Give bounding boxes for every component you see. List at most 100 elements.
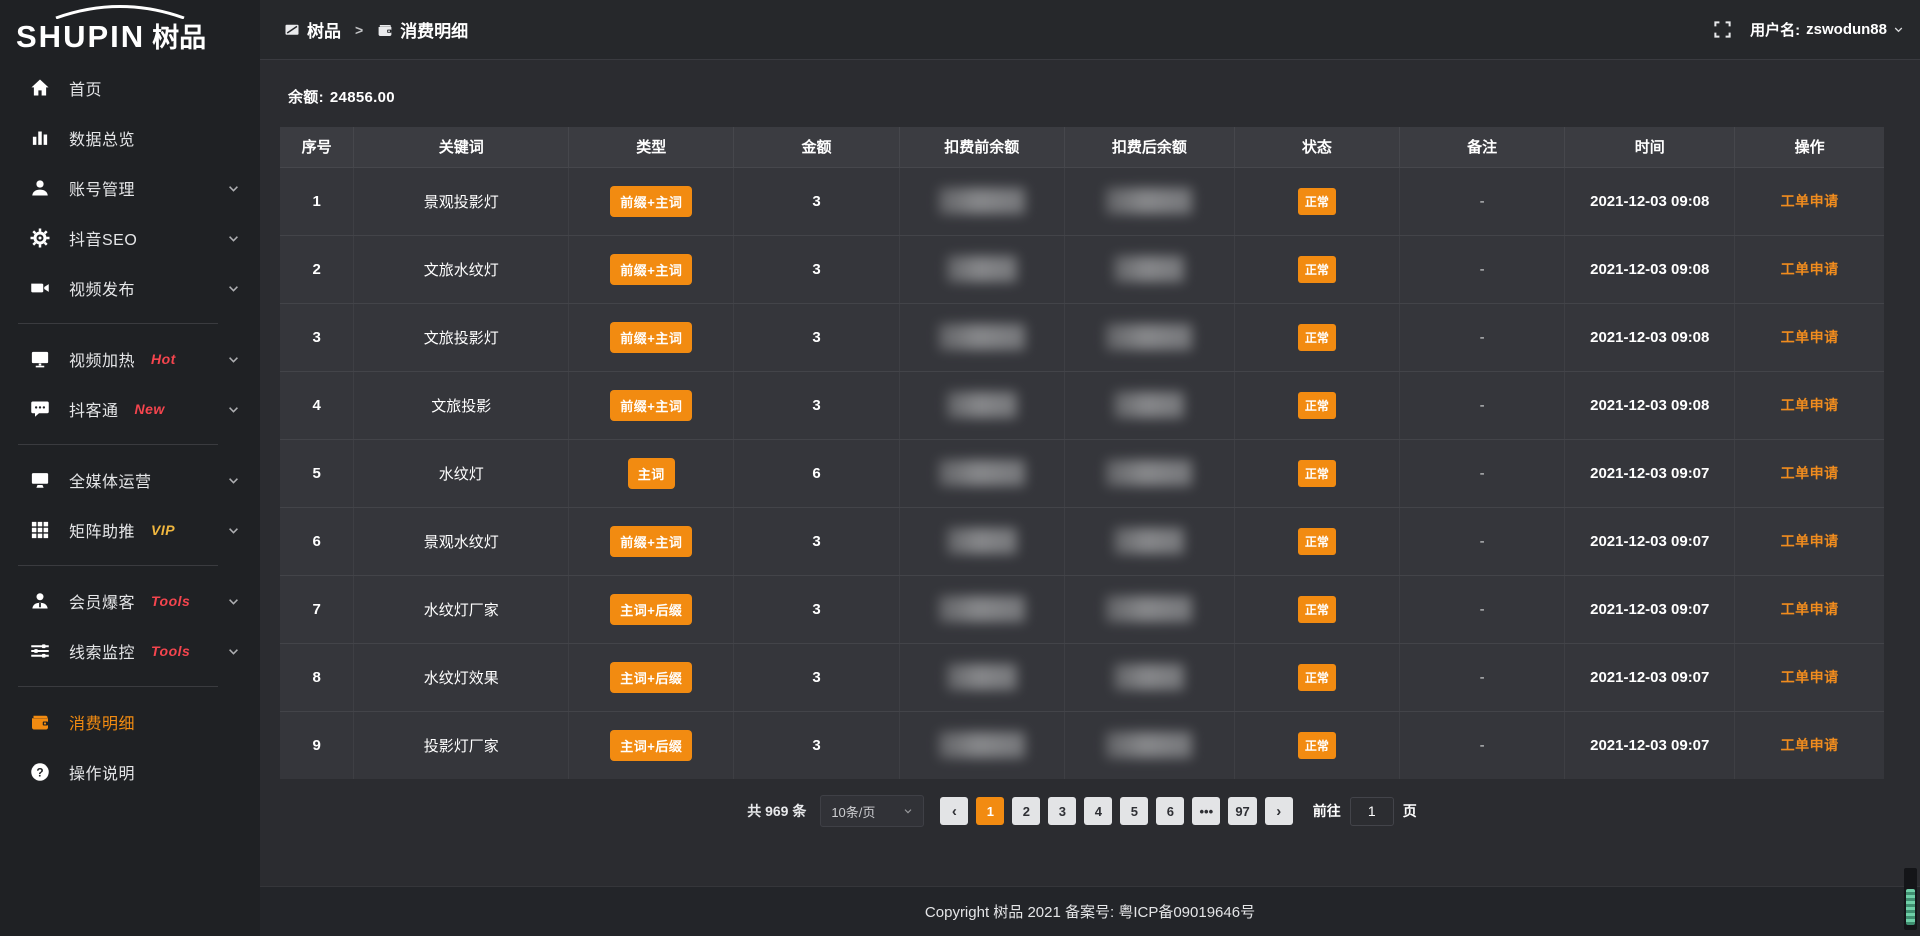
chevron-down-icon bbox=[227, 232, 240, 245]
cell-action: 工单申请 bbox=[1735, 711, 1884, 779]
work-order-link[interactable]: 工单申请 bbox=[1781, 737, 1839, 753]
cell-note: - bbox=[1400, 507, 1565, 575]
cell-action: 工单申请 bbox=[1735, 167, 1884, 235]
page-button[interactable]: 1 bbox=[976, 797, 1004, 825]
breadcrumb-label: 消费明细 bbox=[400, 17, 468, 42]
cell-keyword: 文旅水纹灯 bbox=[354, 235, 569, 303]
last-page-button[interactable]: 97 bbox=[1228, 797, 1256, 825]
work-order-link[interactable]: 工单申请 bbox=[1781, 329, 1839, 345]
breadcrumb-separator: > bbox=[355, 22, 363, 38]
goto-suffix: 页 bbox=[1403, 801, 1417, 821]
sidebar-item-视频加热[interactable]: 视频加热Hot bbox=[0, 334, 260, 384]
display-icon bbox=[30, 349, 50, 369]
sidebar-item-会员爆客[interactable]: 会员爆客Tools bbox=[0, 576, 260, 626]
grid-icon bbox=[30, 520, 50, 540]
column-header: 扣费前余额 bbox=[899, 127, 1064, 167]
masked-value bbox=[939, 188, 1025, 214]
cell-no: 8 bbox=[280, 643, 354, 711]
work-order-link[interactable]: 工单申请 bbox=[1781, 261, 1839, 277]
sidebar-item-tag: New bbox=[135, 401, 165, 417]
masked-value bbox=[1114, 528, 1184, 554]
cell-action: 工单申请 bbox=[1735, 235, 1884, 303]
sidebar-item-账号管理[interactable]: 账号管理 bbox=[0, 163, 260, 213]
footer: Copyright 树品 2021 备案号: 粤ICP备09019646号 bbox=[260, 886, 1920, 936]
page-size-select[interactable]: 10条/页 bbox=[820, 795, 924, 827]
home-icon bbox=[30, 78, 50, 98]
cell-action: 工单申请 bbox=[1735, 575, 1884, 643]
cell-post-balance-masked bbox=[1064, 371, 1234, 439]
breadcrumb-item[interactable]: 消费明细 bbox=[377, 17, 468, 42]
cell-type: 主词 bbox=[569, 439, 734, 507]
more-pages-button[interactable]: ••• bbox=[1192, 797, 1220, 825]
column-header: 金额 bbox=[734, 127, 899, 167]
page-button[interactable]: 5 bbox=[1120, 797, 1148, 825]
page-size-value: 10条/页 bbox=[831, 802, 875, 821]
sidebar-item-tag: Tools bbox=[151, 593, 190, 609]
table-row: 8水纹灯效果主词+后缀3正常-2021-12-03 09:07工单申请 bbox=[280, 643, 1884, 711]
status-badge: 正常 bbox=[1298, 324, 1336, 351]
work-order-link[interactable]: 工单申请 bbox=[1781, 601, 1839, 617]
screen-icon bbox=[284, 22, 300, 38]
sidebar-item-全媒体运营[interactable]: 全媒体运营 bbox=[0, 455, 260, 505]
work-order-link[interactable]: 工单申请 bbox=[1781, 669, 1839, 685]
pagination-total: 共 969 条 bbox=[747, 801, 806, 821]
masked-value bbox=[939, 460, 1025, 486]
cell-keyword: 文旅投影灯 bbox=[354, 303, 569, 371]
breadcrumb-item[interactable]: 树品 bbox=[284, 17, 341, 42]
sidebar-item-视频发布[interactable]: 视频发布 bbox=[0, 263, 260, 313]
masked-value bbox=[947, 528, 1017, 554]
user-menu[interactable]: 用户名: zswodun88 bbox=[1750, 19, 1904, 40]
type-badge: 前缀+主词 bbox=[610, 254, 692, 285]
balance-label: 余额: bbox=[288, 89, 324, 106]
type-badge: 主词+后缀 bbox=[610, 594, 692, 625]
username-value: zswodun88 bbox=[1806, 21, 1887, 38]
goto-page-input[interactable] bbox=[1350, 797, 1394, 826]
prev-page-button[interactable]: ‹ bbox=[940, 797, 968, 825]
sidebar-item-消费明细[interactable]: 消费明细 bbox=[0, 697, 260, 747]
cell-note: - bbox=[1400, 711, 1565, 779]
scrollbar-thumb[interactable] bbox=[1906, 889, 1915, 925]
table-header: 序号关键词类型金额扣费前余额扣费后余额状态备注时间操作 bbox=[280, 127, 1884, 167]
sidebar-item-抖音SEO[interactable]: 抖音SEO bbox=[0, 213, 260, 263]
masked-value bbox=[1106, 596, 1192, 622]
masked-value bbox=[1106, 732, 1192, 758]
work-order-link[interactable]: 工单申请 bbox=[1781, 193, 1839, 209]
work-order-link[interactable]: 工单申请 bbox=[1781, 397, 1839, 413]
cell-amount: 3 bbox=[734, 167, 899, 235]
table-header-row: 序号关键词类型金额扣费前余额扣费后余额状态备注时间操作 bbox=[280, 127, 1884, 167]
cell-amount: 3 bbox=[734, 575, 899, 643]
bar-chart-icon bbox=[30, 128, 50, 148]
cell-note: - bbox=[1400, 167, 1565, 235]
sidebar-item-label: 账号管理 bbox=[69, 176, 135, 200]
page-button[interactable]: 6 bbox=[1156, 797, 1184, 825]
column-header: 类型 bbox=[569, 127, 734, 167]
type-badge: 主词 bbox=[628, 458, 675, 489]
sidebar-item-操作说明[interactable]: ?操作说明 bbox=[0, 747, 260, 797]
work-order-link[interactable]: 工单申请 bbox=[1781, 465, 1839, 481]
sidebar-item-数据总览[interactable]: 数据总览 bbox=[0, 113, 260, 163]
status-badge: 正常 bbox=[1298, 460, 1336, 487]
consumption-table: 序号关键词类型金额扣费前余额扣费后余额状态备注时间操作 1景观投影灯前缀+主词3… bbox=[280, 127, 1884, 779]
sidebar-item-线索监控[interactable]: 线索监控Tools bbox=[0, 626, 260, 676]
masked-value bbox=[1114, 256, 1184, 282]
sidebar-item-矩阵助推[interactable]: 矩阵助推VIP bbox=[0, 505, 260, 555]
table-body: 1景观投影灯前缀+主词3正常-2021-12-03 09:08工单申请2文旅水纹… bbox=[280, 167, 1884, 779]
cell-no: 3 bbox=[280, 303, 354, 371]
cell-post-balance-masked bbox=[1064, 439, 1234, 507]
cell-time: 2021-12-03 09:07 bbox=[1565, 439, 1735, 507]
sidebar-item-首页[interactable]: 首页 bbox=[0, 63, 260, 113]
next-page-button[interactable]: › bbox=[1265, 797, 1293, 825]
sidebar-item-抖客通[interactable]: 抖客通New bbox=[0, 384, 260, 434]
masked-value bbox=[947, 392, 1017, 418]
table-row: 9投影灯厂家主词+后缀3正常-2021-12-03 09:07工单申请 bbox=[280, 711, 1884, 779]
page-button[interactable]: 2 bbox=[1012, 797, 1040, 825]
fullscreen-icon[interactable] bbox=[1713, 20, 1732, 39]
sidebar-divider bbox=[18, 565, 218, 566]
page-button[interactable]: 4 bbox=[1084, 797, 1112, 825]
page-button[interactable]: 3 bbox=[1048, 797, 1076, 825]
work-order-link[interactable]: 工单申请 bbox=[1781, 533, 1839, 549]
cell-action: 工单申请 bbox=[1735, 439, 1884, 507]
masked-value bbox=[1106, 188, 1192, 214]
type-badge: 前缀+主词 bbox=[610, 526, 692, 557]
cell-note: - bbox=[1400, 439, 1565, 507]
